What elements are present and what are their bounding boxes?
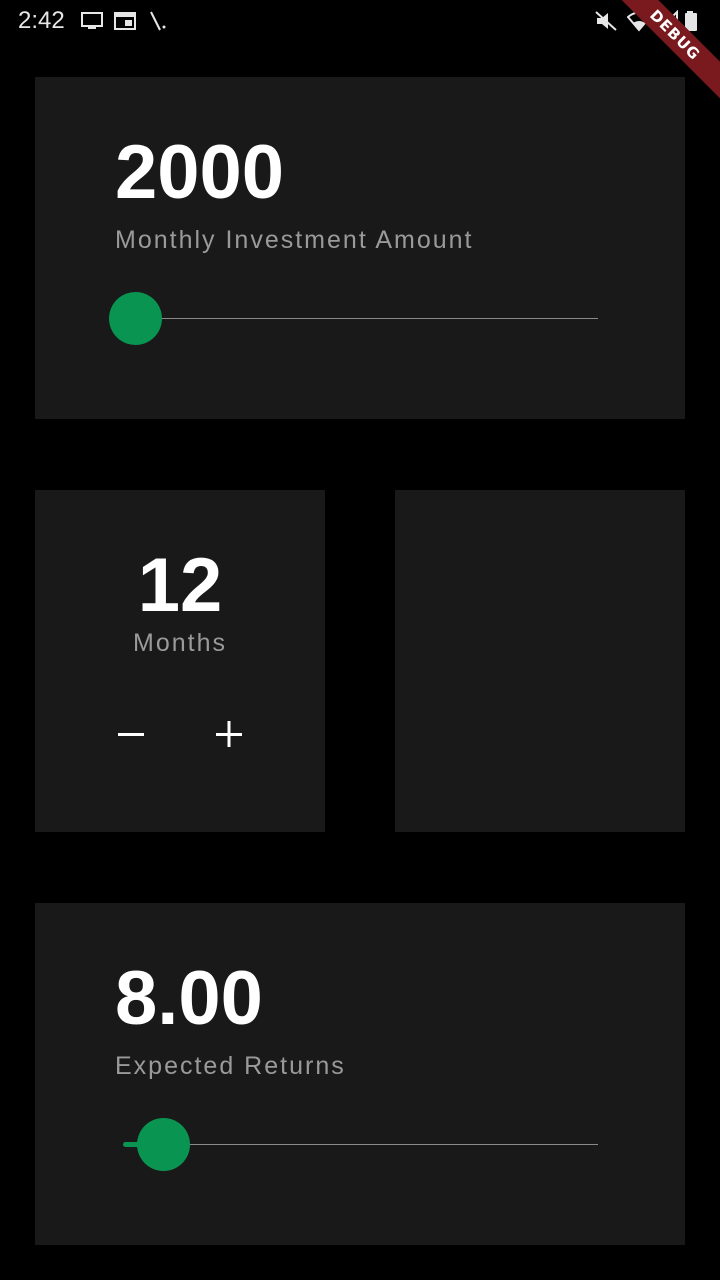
battery-icon	[684, 10, 700, 32]
increment-months-button[interactable]	[201, 706, 257, 762]
expected-returns-card: 8.00 Expected Returns	[35, 903, 685, 1245]
duration-value: 12	[137, 543, 223, 628]
decrement-months-button[interactable]	[103, 706, 159, 762]
monitor-icon	[80, 10, 104, 32]
slider-track	[127, 318, 598, 319]
signal-slash-icon	[146, 10, 170, 32]
investment-amount-slider[interactable]	[109, 291, 598, 347]
expected-returns-label: Expected Returns	[115, 1052, 346, 1080]
investment-amount-label: Monthly Investment Amount	[115, 226, 474, 254]
status-bar: 2:42 DEBUG	[0, 0, 720, 105]
minus-icon	[116, 719, 146, 749]
expected-returns-value: 8.00	[115, 956, 263, 1041]
plus-icon	[214, 719, 244, 749]
wifi-icon	[627, 10, 651, 32]
slider-thumb[interactable]	[136, 1118, 190, 1171]
calendar-icon	[113, 10, 137, 32]
app-screen: 2:42 DEBUG 2000 Monthly Investment Amoun…	[0, 0, 720, 1280]
mute-vibrate-icon	[594, 10, 618, 32]
duration-label: Months	[133, 629, 227, 657]
empty-card	[395, 490, 685, 832]
expected-returns-slider[interactable]	[115, 1117, 598, 1173]
duration-card: 12 Months	[35, 490, 325, 832]
status-time: 2:42	[18, 7, 65, 34]
cell-signal-icon	[657, 10, 681, 32]
slider-track	[127, 1144, 598, 1145]
slider-thumb[interactable]	[109, 292, 162, 345]
investment-amount-value: 2000	[115, 130, 285, 215]
investment-amount-card: 2000 Monthly Investment Amount	[35, 77, 685, 419]
